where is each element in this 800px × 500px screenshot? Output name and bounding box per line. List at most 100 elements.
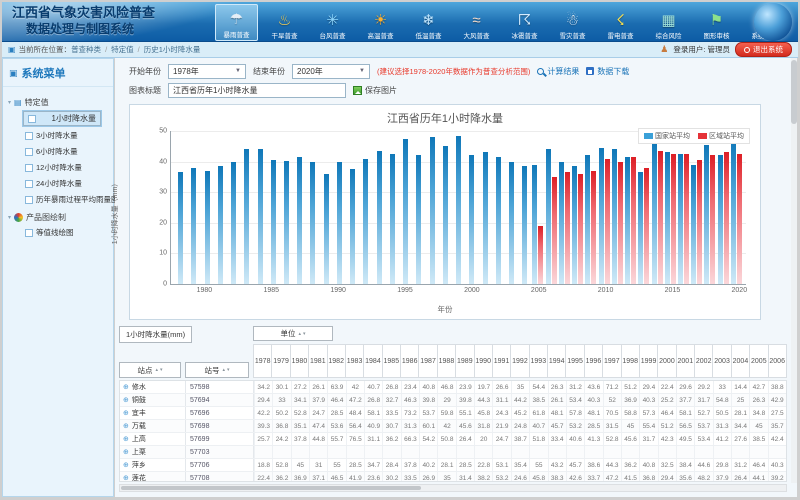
sidebar-item[interactable]: 12小时降水量 <box>23 161 111 174</box>
value-cell: 29.2 <box>694 381 712 393</box>
year-header[interactable]: 1982 <box>328 344 346 378</box>
year-header[interactable]: 1986 <box>401 344 419 378</box>
sidebar-item[interactable]: 6小时降水量 <box>23 145 111 158</box>
year-header[interactable]: 2005 <box>750 344 768 378</box>
station-cell[interactable]: ⊕莲花 <box>120 472 186 482</box>
year-header[interactable]: 1997 <box>603 344 621 378</box>
year-header[interactable]: 1981 <box>309 344 327 378</box>
tree-expander-icon[interactable]: ▾ <box>8 99 11 106</box>
sidebar-item[interactable]: 历年暴雨过程平均雨量图 <box>23 193 111 206</box>
toolbar-item-composite-risk[interactable]: ▦综合风险 <box>647 4 690 41</box>
year-header[interactable]: 1989 <box>456 344 474 378</box>
sort-asc-icon[interactable]: ▴ <box>155 367 158 373</box>
breadcrumb-item[interactable]: 特定值 <box>111 44 134 55</box>
year-header[interactable]: 1985 <box>383 344 401 378</box>
station-cell[interactable]: ⊕万载 <box>120 420 186 432</box>
unit-column-header[interactable]: 单位 ▴▾ <box>253 326 333 341</box>
year-header[interactable]: 1995 <box>566 344 584 378</box>
year-header[interactable]: 2000 <box>658 344 676 378</box>
expand-icon[interactable]: ⊕ <box>123 474 129 482</box>
calculate-label: 计算结果 <box>547 66 579 77</box>
year-header[interactable]: 1983 <box>346 344 364 378</box>
toolbar-item-hail[interactable]: ☈冰雹普查 <box>503 4 546 41</box>
toolbar-item-drought[interactable]: ♨干旱普查 <box>263 4 306 41</box>
expand-icon[interactable]: ⊕ <box>123 435 129 443</box>
toolbar-item-gale[interactable]: ≈大风普查 <box>455 4 498 41</box>
sidebar-group[interactable]: ▾▤特定值 <box>8 97 111 108</box>
code-column-header[interactable]: 站号 ▴▾ <box>185 362 249 378</box>
sort-icons[interactable]: ▴▾ <box>298 331 305 337</box>
value-cell <box>419 446 437 458</box>
year-header[interactable]: 2004 <box>732 344 750 378</box>
year-header[interactable]: 1980 <box>291 344 309 378</box>
sort-icons[interactable]: ▴▾ <box>155 367 162 373</box>
year-header[interactable]: 1999 <box>640 344 658 378</box>
year-header[interactable]: 1987 <box>419 344 437 378</box>
sort-icons[interactable]: ▴▾ <box>222 367 229 373</box>
station-cell[interactable]: ⊕萍乡 <box>120 459 186 471</box>
year-header[interactable]: 1988 <box>438 344 456 378</box>
toolbar-item-snow[interactable]: ☃雪灾普查 <box>551 4 594 41</box>
year-header[interactable]: 1993 <box>530 344 548 378</box>
logout-button[interactable]: 退出系统 <box>735 42 792 57</box>
end-year-select[interactable]: 2020年 ▼ <box>292 64 370 79</box>
breadcrumb-item[interactable]: 历史1小时降水量 <box>144 44 201 55</box>
breadcrumb-item[interactable]: 普查种类 <box>71 44 101 55</box>
year-header[interactable]: 1998 <box>622 344 640 378</box>
year-header[interactable]: 1979 <box>272 344 290 378</box>
year-header[interactable]: 2002 <box>695 344 713 378</box>
expand-icon[interactable]: ⊕ <box>123 422 129 430</box>
sidebar-item[interactable]: 1小时降水量 <box>23 111 101 126</box>
download-button[interactable]: 数据下载 <box>586 66 629 77</box>
expand-icon[interactable]: ⊕ <box>123 396 129 404</box>
station-cell[interactable]: ⊕上高 <box>120 433 186 445</box>
sort-desc-icon[interactable]: ▾ <box>303 331 306 337</box>
tree-expander-icon[interactable]: ▾ <box>8 214 11 221</box>
scrollbar-thumb[interactable] <box>121 486 421 490</box>
scrollbar-thumb[interactable] <box>791 60 797 124</box>
expand-icon[interactable]: ⊕ <box>123 409 129 417</box>
x-tick-label: 1985 <box>263 287 279 294</box>
chart-title-input[interactable]: 江西省历年1小时降水量 <box>168 83 346 98</box>
year-header[interactable]: 1992 <box>511 344 529 378</box>
toolbar-item-lightning[interactable]: ☇雷电普查 <box>599 4 642 41</box>
sidebar-group[interactable]: ▾产品图绘制 <box>8 212 111 223</box>
expand-icon[interactable]: ⊕ <box>123 461 129 469</box>
year-header[interactable]: 1990 <box>475 344 493 378</box>
save-image-button[interactable]: 保存图片 <box>353 85 397 96</box>
toolbar-item-low-temp[interactable]: ❄低温普查 <box>407 4 450 41</box>
year-header[interactable]: 1984 <box>364 344 382 378</box>
sidebar-item[interactable]: 等值线绘图 <box>23 226 111 239</box>
station-cell[interactable]: ⊕铜鼓 <box>120 394 186 406</box>
year-header[interactable]: 2001 <box>677 344 695 378</box>
sidebar-item[interactable]: 3小时降水量 <box>23 129 111 142</box>
year-header[interactable]: 2006 <box>769 344 787 378</box>
value-cell: 27.6 <box>731 433 749 445</box>
sort-asc-icon[interactable]: ▴ <box>222 367 225 373</box>
year-header[interactable]: 1978 <box>253 344 272 378</box>
national-station-bar <box>244 149 249 284</box>
expand-icon[interactable]: ⊕ <box>123 448 129 456</box>
station-column-header[interactable]: 站点 ▴▾ <box>119 362 181 378</box>
toolbar-item-rainstorm[interactable]: ☂暴雨普查 <box>215 4 258 41</box>
toolbar-item-review[interactable]: ⚑图形审核 <box>695 4 738 41</box>
toolbar-item-typhoon[interactable]: ✳台风普查 <box>311 4 354 41</box>
year-header[interactable]: 1996 <box>585 344 603 378</box>
sidebar-item[interactable]: 24小时降水量 <box>23 177 111 190</box>
vertical-scrollbar[interactable] <box>791 58 797 483</box>
value-cell: 31.3 <box>401 420 419 432</box>
station-cell[interactable]: ⊕上栗 <box>120 446 186 458</box>
sort-desc-icon[interactable]: ▾ <box>227 367 230 373</box>
calculate-button[interactable]: 计算结果 <box>537 66 579 77</box>
year-header[interactable]: 1994 <box>548 344 566 378</box>
station-cell[interactable]: ⊕宜丰 <box>120 407 186 419</box>
start-year-select[interactable]: 1978年 ▼ <box>168 64 246 79</box>
year-header[interactable]: 2003 <box>713 344 731 378</box>
horizontal-scrollbar[interactable] <box>119 484 787 492</box>
toolbar-item-high-temp[interactable]: ☀高温普查 <box>359 4 402 41</box>
sort-asc-icon[interactable]: ▴ <box>298 331 301 337</box>
year-header[interactable]: 1991 <box>493 344 511 378</box>
sort-desc-icon[interactable]: ▾ <box>160 367 163 373</box>
expand-icon[interactable]: ⊕ <box>123 383 129 391</box>
station-cell[interactable]: ⊕修水 <box>120 381 186 393</box>
